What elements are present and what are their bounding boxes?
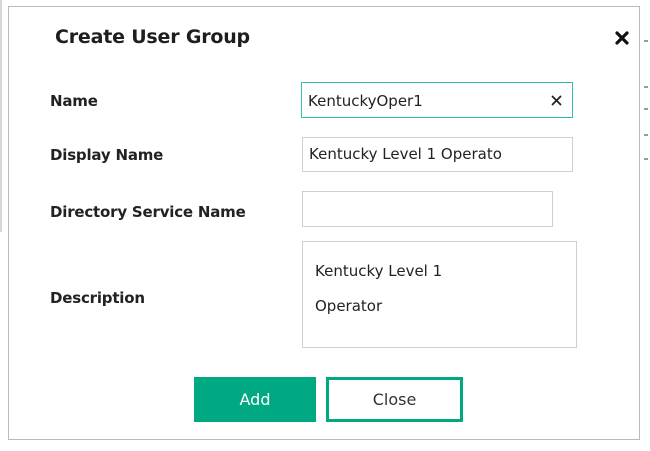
directory-service-name-input[interactable]	[302, 191, 553, 227]
description-line-2: Operator	[315, 297, 383, 315]
close-icon[interactable]	[609, 25, 635, 51]
dialog-title: Create User Group	[55, 26, 250, 48]
close-button[interactable]: Close	[326, 377, 463, 422]
display-name-input-value: Kentucky Level 1 Operato	[309, 145, 502, 163]
background-text-fragment	[644, 108, 648, 110]
background-text-fragment	[644, 134, 648, 136]
close-icon-glyph	[615, 31, 629, 45]
display-name-input[interactable]: Kentucky Level 1 Operato	[302, 137, 573, 172]
clear-icon-glyph	[551, 95, 561, 105]
clear-icon[interactable]	[548, 92, 564, 108]
directory-service-name-label: Directory Service Name	[50, 203, 246, 221]
background-text-fragment	[644, 40, 648, 42]
add-button[interactable]: Add	[194, 377, 316, 422]
name-input-value: KentuckyOper1	[308, 92, 423, 110]
background-window-edge	[0, 0, 2, 232]
background-text-fragment	[644, 86, 648, 88]
create-user-group-dialog: Create User Group Name KentuckyOper1 Dis…	[8, 6, 640, 440]
name-input[interactable]: KentuckyOper1	[301, 82, 573, 118]
display-name-label: Display Name	[50, 146, 164, 164]
name-label: Name	[50, 92, 98, 110]
description-line-1: Kentucky Level 1	[315, 262, 443, 280]
description-textarea[interactable]: Kentucky Level 1 Operator	[302, 241, 577, 348]
description-label: Description	[50, 289, 145, 307]
background-text-fragment	[644, 158, 648, 160]
